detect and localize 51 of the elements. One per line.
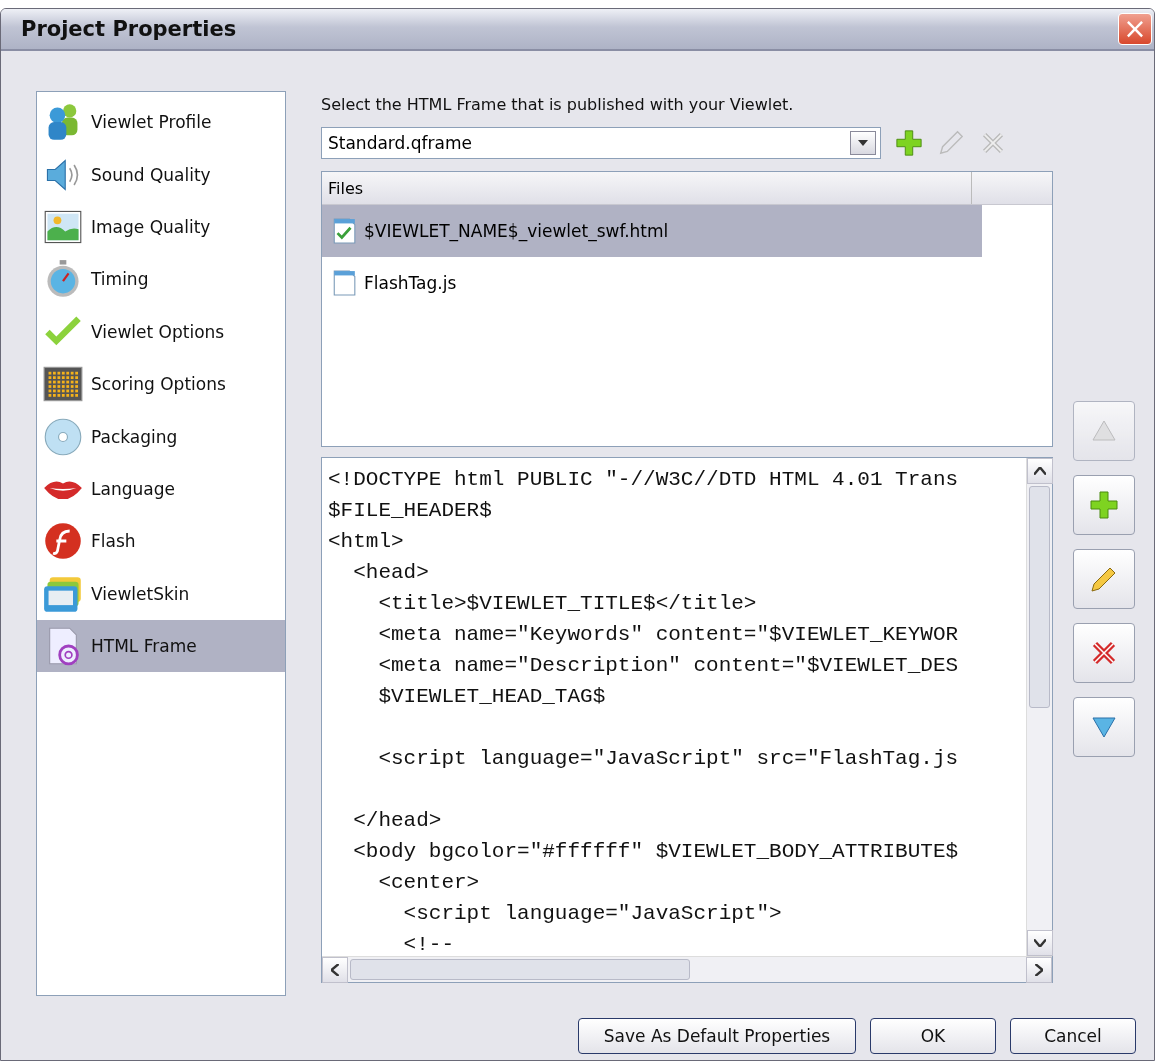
code-line: <!DOCTYPE html PUBLIC "-//W3C//DTD HTML 4.01 Trans bbox=[328, 467, 960, 493]
horizontal-scrollbar[interactable] bbox=[322, 956, 1052, 982]
code-line: <title>$VIEWLET_TITLE$</title> bbox=[377, 591, 758, 617]
checked-document-icon bbox=[332, 218, 356, 244]
code-line: <head> bbox=[352, 560, 430, 586]
plus-icon bbox=[1089, 490, 1119, 520]
chevron-right-icon[interactable] bbox=[1035, 964, 1043, 976]
code-line: $VIEWLET_HEAD_TAG$ bbox=[377, 684, 607, 710]
window-title: Project Properties bbox=[21, 17, 237, 41]
frame-dropdown[interactable]: Standard.qframe bbox=[321, 127, 881, 159]
add-button[interactable] bbox=[1073, 475, 1135, 535]
save-defaults-button[interactable]: Save As Default Properties bbox=[578, 1018, 856, 1054]
move-down-button[interactable] bbox=[1073, 697, 1135, 757]
instruction-text: Select the HTML Frame that is published with your Viewlet. bbox=[321, 95, 795, 114]
sidebar-item[interactable]: Packaging bbox=[37, 410, 285, 463]
code-line: <!-- bbox=[402, 932, 456, 956]
document-icon bbox=[332, 270, 356, 296]
code-line: <script language="JavaScript" src="FlashTag.js bbox=[377, 746, 960, 772]
sidebar-item[interactable]: Language bbox=[37, 462, 285, 516]
code-editor[interactable] bbox=[321, 457, 1053, 983]
code-line: <script language="JavaScript"> bbox=[402, 901, 783, 927]
add-icon[interactable] bbox=[895, 129, 923, 157]
sidebar-item[interactable]: HTML Frame bbox=[37, 619, 285, 673]
code-line: <html> bbox=[328, 529, 405, 555]
code-line: <body bgcolor="#ffffff" $VIEWLET_BODY_ATTRIBUTE$ bbox=[352, 839, 960, 865]
sidebar-item[interactable]: ViewletSkin bbox=[37, 567, 285, 620]
code-line: </head> bbox=[352, 808, 443, 834]
code-line: <meta name="Keywords" content="$VIEWLET_KEYWOR bbox=[377, 622, 960, 648]
code-line: <center> bbox=[377, 870, 481, 896]
sidebar-item[interactable]: Scoring Options bbox=[37, 357, 285, 411]
cancel-button[interactable]: Cancel bbox=[1010, 1018, 1136, 1054]
edit-button[interactable] bbox=[1073, 549, 1135, 609]
file-row[interactable]: $VIEWLET_NAME$_viewlet_swf.html bbox=[322, 205, 982, 257]
sidebar-item[interactable]: Viewlet Profile bbox=[37, 96, 285, 149]
flash-icon bbox=[43, 521, 83, 562]
sidebar-item[interactable]: Flash bbox=[37, 515, 285, 568]
chevron-left-icon[interactable] bbox=[331, 964, 339, 976]
sidebar-item[interactable]: Viewlet Options bbox=[37, 305, 285, 358]
chevron-up-icon[interactable] bbox=[1034, 467, 1046, 475]
sidebar-item[interactable]: Timing bbox=[37, 253, 285, 306]
pencil-icon[interactable] bbox=[937, 129, 965, 157]
delete-button[interactable] bbox=[1073, 623, 1135, 683]
code-line: $FILE_HEADER$ bbox=[328, 498, 493, 524]
vertical-scrollbar[interactable] bbox=[1026, 458, 1052, 956]
chevron-down-icon[interactable] bbox=[1034, 939, 1046, 947]
code-line: <meta name="Description" content="$VIEWLET_DES bbox=[377, 653, 960, 679]
sidebar-item[interactable]: Image Quality bbox=[37, 200, 285, 254]
disc-icon bbox=[43, 416, 83, 457]
ok-button[interactable]: OK bbox=[870, 1018, 996, 1054]
file-row[interactable]: FlashTag.js bbox=[322, 257, 982, 309]
sidebar-item[interactable]: Sound Quality bbox=[37, 148, 285, 201]
